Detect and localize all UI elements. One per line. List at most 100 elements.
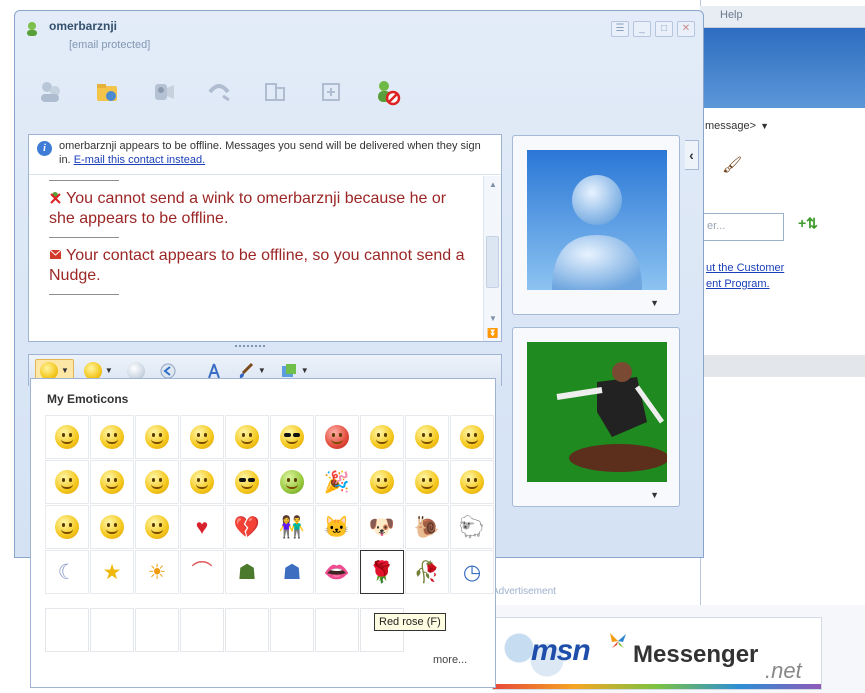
broken-heart-emoticon[interactable]: 💔: [225, 505, 269, 549]
email-contact-link[interactable]: E-mail this contact instead.: [74, 154, 205, 166]
title-bar[interactable]: omerbarznji [email protected] ☰ _ □ ✕: [15, 11, 703, 63]
window-controls: ☰ _ □ ✕: [611, 21, 695, 37]
snail-emoticon[interactable]: 🐌: [405, 505, 449, 549]
call-icon: [208, 84, 230, 102]
sad-emoticon[interactable]: [450, 415, 494, 459]
contact-status-icon: [27, 22, 37, 36]
angry-emoticon[interactable]: [315, 415, 359, 459]
wink-emoticon[interactable]: [135, 415, 179, 459]
baring-teeth-emoticon[interactable]: [135, 460, 179, 504]
divider-bar: [700, 355, 865, 377]
contact-display-picture[interactable]: ▼: [512, 135, 680, 315]
customer-program-link-2[interactable]: ent Program.: [706, 278, 770, 290]
logo-net-text: .net: [765, 658, 802, 683]
nerd-emoticon[interactable]: [180, 460, 224, 504]
games-icon: [322, 83, 340, 101]
scroll-end-icon[interactable]: ⏬: [484, 328, 502, 339]
cat-face-emoticon[interactable]: 🐱: [315, 505, 359, 549]
personal-message-field[interactable]: message> ▼: [705, 120, 769, 132]
chevron-down-icon[interactable]: ▼: [650, 298, 659, 308]
hot-emoticon[interactable]: [270, 415, 314, 459]
chevron-down-icon[interactable]: ▼: [650, 490, 659, 500]
scroll-down-icon[interactable]: ▼: [484, 314, 502, 323]
black-sheep-emoticon[interactable]: 🐑: [450, 505, 494, 549]
minimize-icon[interactable]: _: [633, 21, 651, 37]
call-button[interactable]: [191, 74, 247, 110]
surprised-emoticon[interactable]: [180, 415, 224, 459]
i-dont-know-emoticon[interactable]: [135, 505, 179, 549]
scroll-thumb[interactable]: [486, 236, 499, 288]
customer-program-link[interactable]: ut the Customer: [706, 262, 784, 274]
rainbow-emoticon[interactable]: ⌒: [180, 550, 224, 594]
dont-tell-emoticon[interactable]: [405, 460, 449, 504]
clock-emoticon[interactable]: ◷: [450, 550, 494, 594]
pane-splitter[interactable]: [235, 345, 265, 349]
empty-emoticon-slot[interactable]: [180, 608, 224, 652]
wilted-rose-emoticon[interactable]: 🥀: [405, 550, 449, 594]
sick-emoticon[interactable]: [270, 460, 314, 504]
sleepy-emoticon[interactable]: 🎉: [315, 460, 359, 504]
red-heart-emoticon[interactable]: ♥: [180, 505, 224, 549]
empty-emoticon-slot[interactable]: [90, 608, 134, 652]
empty-emoticon-slot[interactable]: [225, 608, 269, 652]
embarrassed-emoticon[interactable]: [405, 415, 449, 459]
party-emoticon[interactable]: [225, 460, 269, 504]
thinking-emoticon[interactable]: [360, 460, 404, 504]
block-button[interactable]: [359, 74, 415, 110]
message-separator: [49, 237, 119, 238]
red-lips-emoticon[interactable]: 👄: [315, 550, 359, 594]
crying-emoticon[interactable]: [45, 460, 89, 504]
empty-emoticon-slot[interactable]: [45, 608, 89, 652]
empty-emoticon-slot[interactable]: [315, 608, 359, 652]
chevron-down-icon: ▼: [300, 366, 309, 375]
logo-color-strip: [493, 684, 821, 689]
secret-emoticon[interactable]: [450, 460, 494, 504]
add-contact-icon[interactable]: +⇅: [798, 215, 818, 232]
message-history-area[interactable]: i omerbarznji appears to be offline. Mes…: [28, 134, 502, 342]
info-icon: i: [37, 141, 52, 156]
msn-messenger-logo: msn Messenger .net: [492, 617, 822, 690]
default-avatar-icon: [527, 150, 667, 290]
maximize-icon[interactable]: □: [655, 21, 673, 37]
collapse-pictures-button[interactable]: ‹: [685, 140, 699, 170]
paintbrush-icon[interactable]: 🖌: [722, 155, 742, 175]
smile-emoticon[interactable]: [45, 415, 89, 459]
scroll-up-icon[interactable]: ▲: [484, 180, 502, 189]
skateboarder-picture-icon: [527, 342, 667, 482]
hug-left-emoticon[interactable]: ☗: [225, 550, 269, 594]
more-emoticons-link[interactable]: more...: [433, 654, 467, 666]
star-emoticon[interactable]: ★: [90, 550, 134, 594]
tongue-out-emoticon[interactable]: [225, 415, 269, 459]
chevron-down-icon: ▼: [104, 366, 113, 375]
confused-emoticon[interactable]: [360, 415, 404, 459]
menu-icon[interactable]: ☰: [611, 21, 629, 37]
red-rose-emoticon[interactable]: 🌹: [360, 550, 404, 594]
menu-item-help[interactable]: Help: [720, 9, 743, 21]
games-button[interactable]: [303, 74, 359, 110]
chevron-down-icon: ▼: [760, 121, 769, 131]
send-files-icon: [97, 84, 117, 101]
open-smile-emoticon[interactable]: [90, 415, 134, 459]
invite-button[interactable]: [23, 74, 79, 110]
logo-msn-text: msn: [531, 634, 591, 667]
boy-girl-emoticon[interactable]: 👫: [270, 505, 314, 549]
disappointed-emoticon[interactable]: [90, 460, 134, 504]
empty-emoticon-slot[interactable]: [135, 608, 179, 652]
close-icon[interactable]: ✕: [677, 21, 695, 37]
send-files-button[interactable]: [79, 74, 135, 110]
empty-emoticon-slot[interactable]: [270, 608, 314, 652]
sleeping-moon-emoticon[interactable]: ☾: [45, 550, 89, 594]
main-header-band: [700, 28, 865, 108]
video-button[interactable]: [135, 74, 191, 110]
hug-right-emoticon[interactable]: ☗: [270, 550, 314, 594]
system-message-wink: You cannot send a wink to omerbarznji be…: [49, 190, 447, 227]
sun-emoticon[interactable]: ☀: [135, 550, 179, 594]
eye-roll-emoticon[interactable]: [45, 505, 89, 549]
dog-face-emoticon[interactable]: 🐶: [360, 505, 404, 549]
my-display-picture[interactable]: ▼: [512, 327, 680, 507]
sarcastic-emoticon[interactable]: [90, 505, 134, 549]
smiley-icon: [40, 361, 58, 380]
history-scrollbar[interactable]: ▲ ▼ ⏬: [483, 176, 501, 341]
search-contacts-input[interactable]: er...: [702, 213, 784, 241]
activities-button[interactable]: [247, 74, 303, 110]
